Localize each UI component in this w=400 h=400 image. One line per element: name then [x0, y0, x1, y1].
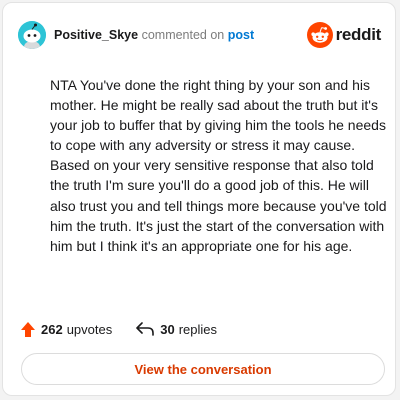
reddit-wordmark: reddit [335, 25, 382, 44]
post-link[interactable]: post [228, 28, 254, 42]
upvotes-stat[interactable]: 262 upvotes [21, 321, 113, 337]
byline: Positive_Skye commented on post [54, 28, 254, 42]
comment-header: Positive_Skye commented on post reddit [18, 19, 381, 51]
replies-count: 30 [160, 321, 175, 337]
comment-stats: 262 upvotes 30 replies [21, 319, 377, 339]
reply-arrow-icon [136, 322, 155, 336]
username-link[interactable]: Positive_Skye [54, 28, 138, 42]
replies-stat[interactable]: 30 replies [136, 322, 217, 337]
byline-action-text: commented on [141, 28, 225, 42]
comment-body: NTA You've done the right thing by your … [50, 77, 387, 254]
comment-card: Positive_Skye commented on post reddit N… [2, 2, 396, 396]
upvote-arrow-icon [21, 321, 35, 337]
reddit-brand[interactable]: reddit [306, 22, 382, 48]
upvotes-count: 262 [41, 321, 63, 337]
snoo-avatar-icon[interactable] [18, 21, 46, 49]
view-conversation-button[interactable]: View the conversation [21, 353, 385, 385]
upvotes-label: upvotes [66, 321, 113, 337]
replies-label: replies [178, 321, 218, 337]
reddit-logo-icon [306, 22, 333, 48]
